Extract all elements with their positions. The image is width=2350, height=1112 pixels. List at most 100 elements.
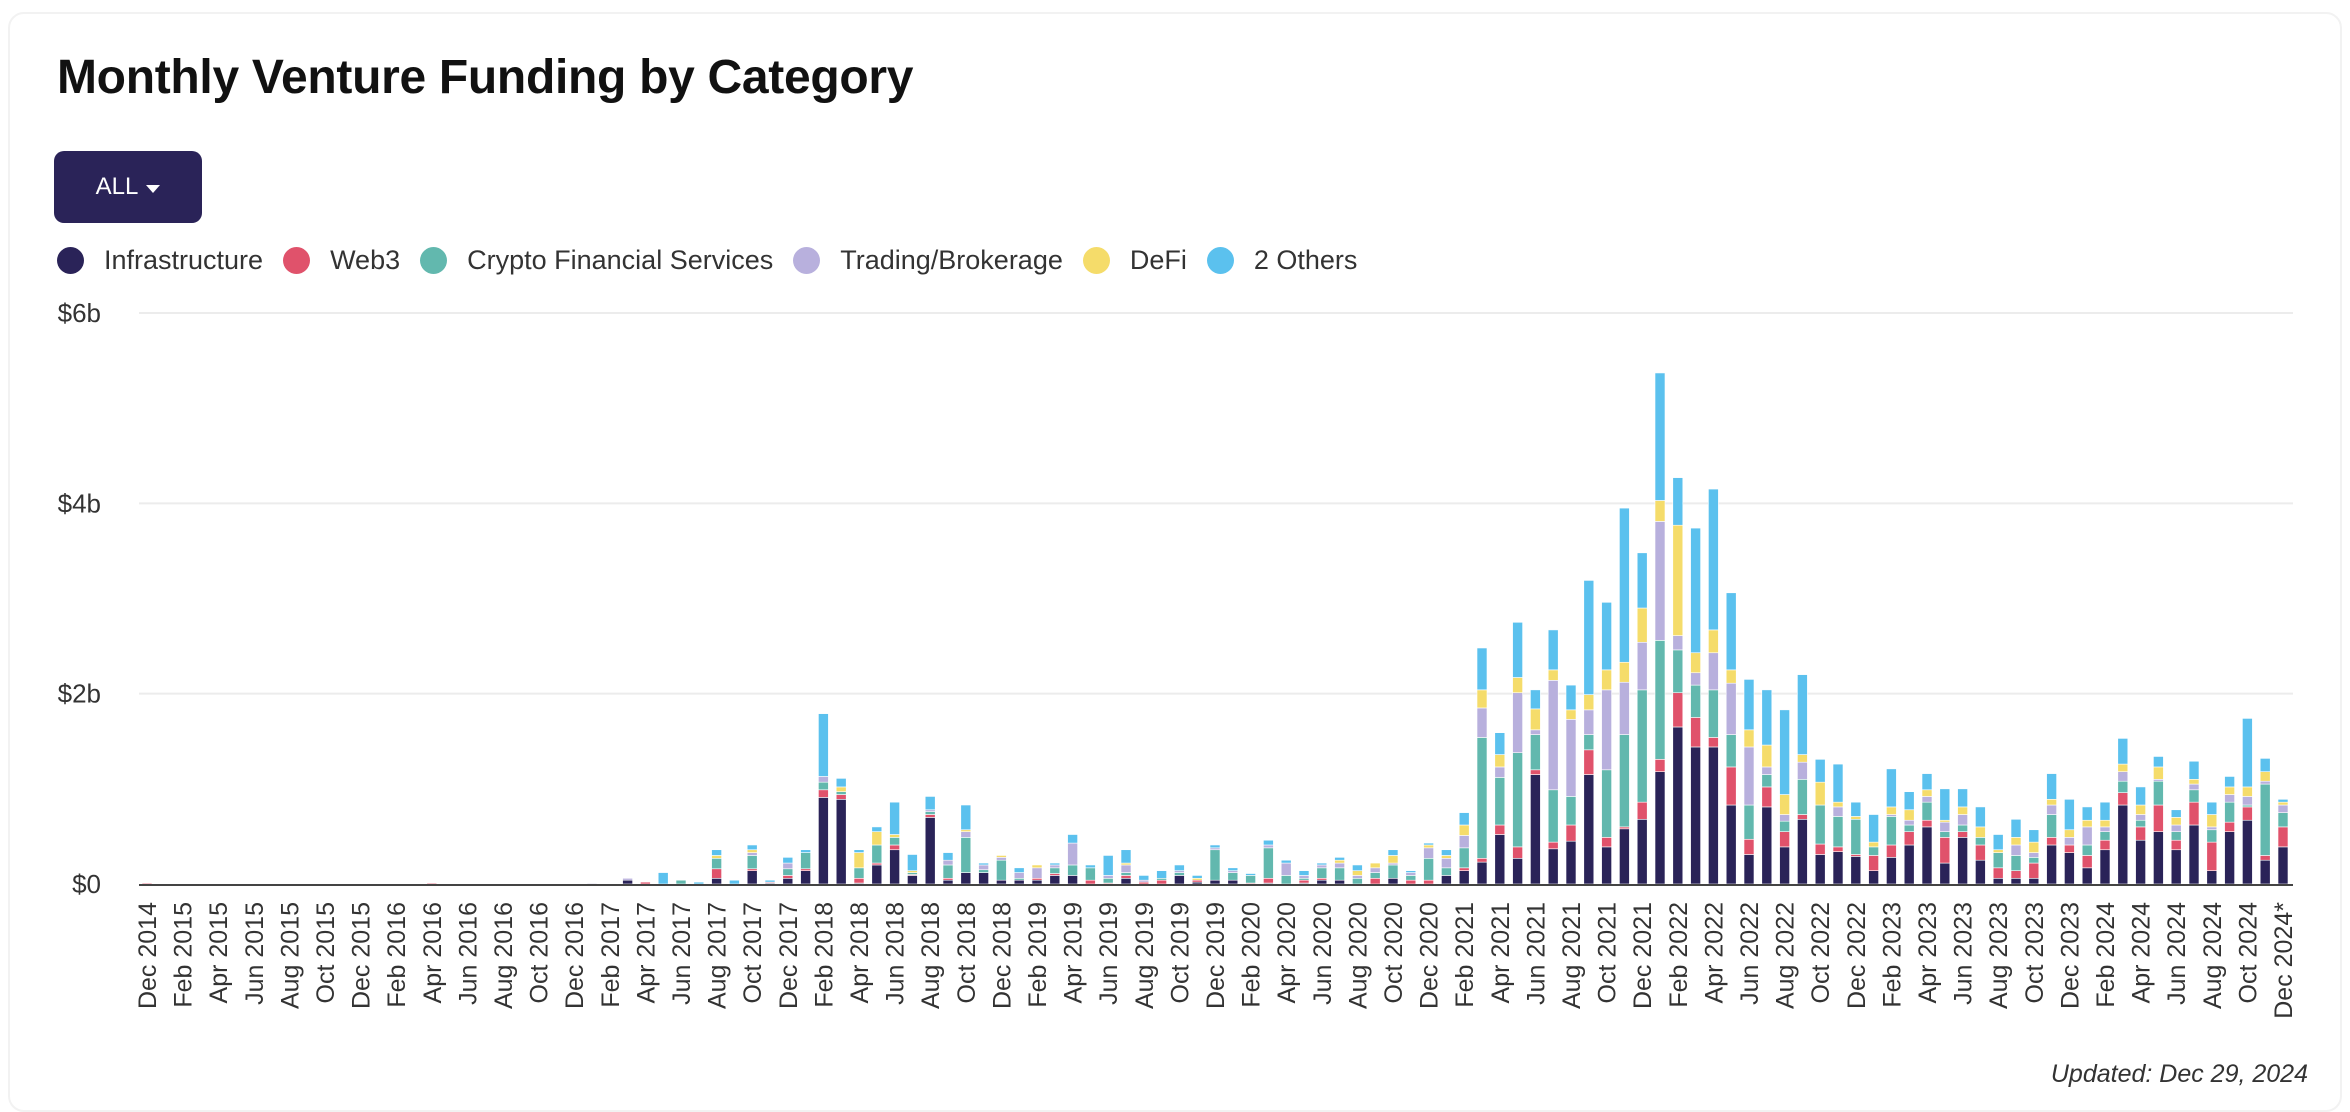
bar-stack [1761,689,1773,885]
x-tick-label: Dec 2021 [1629,902,1657,1009]
bar-stack [1779,709,1790,885]
bar-segment-infrastructure [871,864,883,885]
bar-segment-infrastructure [996,879,1007,885]
bar-segment-2-others [2064,799,2075,831]
bar-segment-trading-brokerage [1298,875,1310,879]
x-tick-label: Dec 2016 [561,902,589,1009]
bar-segment-crypto-financial-services [1369,872,1381,879]
bar-segment-trading-brokerage [2046,804,2057,815]
bar-stack [782,857,794,885]
bar-segment-2-others [2188,760,2200,780]
x-tick-label: Apr 2024 [2128,902,2156,1004]
x-tick-label: Aug 2024 [2199,902,2227,1009]
bar-segment-infrastructure [2117,804,2129,885]
bar-segment-defi [2046,799,2057,806]
bar-segment-trading-brokerage [1636,641,1648,691]
bar-segment-2-others [2259,758,2271,773]
y-tick-label: $0 [72,869,101,899]
x-tick-label: Jun 2015 [241,902,269,1005]
bars [141,372,2289,885]
bar-segment-crypto-financial-services [1832,816,1844,848]
bar-stack [2028,829,2040,885]
bar-stack [1352,864,1363,885]
bar-stack [1067,834,1078,885]
bar-segment-infrastructure [2277,846,2289,885]
bar-stack [2277,799,2289,885]
bar-segment-trading-brokerage [1263,844,1274,849]
bar-segment-2-others [1850,801,1862,817]
bar-segment-2-others [2277,799,2289,803]
bar-segment-web3 [1708,737,1719,748]
bar-segment-infrastructure [1868,870,1879,885]
bar-segment-2-others [1725,592,1737,671]
bar-segment-crypto-financial-services [1405,875,1417,881]
bar-stack [1886,768,1897,885]
bar-segment-crypto-financial-services [1085,867,1096,881]
bar-segment-crypto-financial-services [1850,818,1862,855]
bar-stack [1850,801,1862,885]
bar-stack [746,844,758,885]
bar-stack [1423,842,1434,885]
bar-segment-2-others [1263,839,1274,846]
bar-stack [1832,763,1844,885]
bar-segment-crypto-financial-services [1441,867,1452,876]
bar-segment-trading-brokerage [1494,766,1506,778]
bar-segment-crypto-financial-services [2153,780,2164,806]
bar-segment-web3 [2064,844,2075,853]
x-tick-label: Dec 2024* [2270,902,2298,1019]
bar-segment-trading-brokerage [1530,729,1541,735]
bar-segment-crypto-financial-services [1636,689,1648,803]
bar-stack [675,879,687,885]
bar-segment-infrastructure [1441,875,1452,885]
bar-segment-infrastructure [1476,861,1488,885]
bar-segment-infrastructure [2224,831,2235,885]
bar-segment-defi [1761,744,1773,768]
bar-segment-2-others [907,854,918,871]
bar-segment-defi [1725,669,1737,684]
bar-segment-crypto-financial-services [1174,872,1185,876]
bar-segment-2-others [1921,773,1933,791]
bar-segment-infrastructure [782,877,794,885]
bar-stack [1512,621,1523,885]
bar-segment-crypto-financial-services [1263,847,1274,879]
bar-segment-defi [1672,524,1684,636]
bar-segment-crypto-financial-services [1975,837,1986,846]
bar-stack [2153,756,2164,885]
bar-segment-web3 [1405,879,1417,885]
bar-segment-2-others [2081,806,2093,821]
bar-segment-2-others [1814,759,1826,783]
bar-segment-defi [1868,841,1879,848]
bar-stack [2224,776,2235,885]
bar-segment-defi [835,786,847,792]
bar-segment-web3 [1512,846,1523,859]
bar-segment-web3 [1547,841,1559,850]
bar-segment-2-others [2224,776,2235,788]
bar-segment-crypto-financial-services [835,791,847,795]
bar-segment-trading-brokerage [2224,794,2235,803]
bar-segment-crypto-financial-services [2028,857,2040,864]
bar-segment-web3 [1636,801,1648,820]
bar-stack [853,849,865,885]
bar-segment-crypto-financial-services [1672,649,1684,694]
bar-segment-2-others [764,879,776,883]
bar-segment-2-others [1494,732,1506,755]
bar-segment-trading-brokerage [942,859,954,866]
bar-segment-crypto-financial-services [2099,831,2111,841]
bar-segment-defi [1921,789,1933,797]
x-tick-label: Oct 2023 [2021,902,2049,1003]
bar-segment-2-others [1280,859,1292,864]
bar-stack [1903,791,1915,885]
bar-segment-web3 [1530,769,1541,775]
gridlines [139,312,2293,695]
y-axis-ticks: $0 $2b $4b $6b [58,298,101,899]
bar-segment-infrastructure [1120,877,1132,885]
bar-segment-2-others [1441,849,1452,856]
bar-segment-crypto-financial-services [1316,867,1328,879]
bar-segment-crypto-financial-services [1921,801,1933,821]
bar-stack [1797,674,1808,885]
x-tick-label: Oct 2018 [953,902,981,1003]
bar-stack [1957,788,1968,885]
x-tick-label: Feb 2018 [810,902,838,1008]
bar-segment-defi [1832,801,1844,808]
bar-segment-crypto-financial-services [1494,777,1506,826]
